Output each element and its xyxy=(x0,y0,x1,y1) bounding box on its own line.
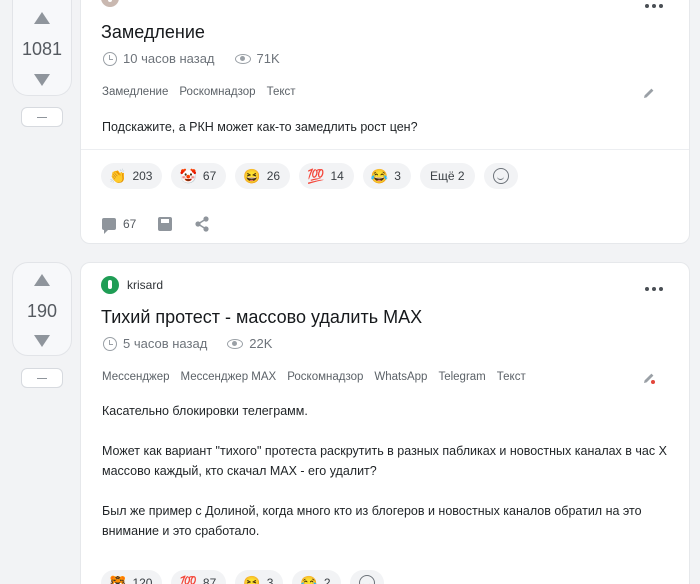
view-count: 71K xyxy=(256,51,280,66)
share-icon xyxy=(194,216,210,232)
reaction-button[interactable]: 🤡 67 xyxy=(171,163,227,189)
eye-icon xyxy=(234,53,251,64)
tag[interactable]: Текст xyxy=(267,86,296,98)
downvote-button[interactable] xyxy=(34,74,50,86)
comment-count: 67 xyxy=(123,217,137,231)
reaction-count: 67 xyxy=(202,169,217,183)
more-options-icon[interactable] xyxy=(645,4,663,8)
view-count: 22K xyxy=(249,336,273,351)
reaction-count: 26 xyxy=(266,169,281,183)
post-author[interactable] xyxy=(101,0,127,7)
reaction-count: 14 xyxy=(330,169,344,183)
avatar[interactable] xyxy=(101,0,119,7)
add-reaction-button[interactable] xyxy=(349,570,384,584)
hundred-icon: 💯 xyxy=(179,575,197,584)
tag-list: Мессенджер Мессенджер MAX Роскомнадзор W… xyxy=(102,371,526,383)
vote-panel: 1081 xyxy=(12,0,72,96)
tag-list: Замедление Роскомнадзор Текст xyxy=(102,86,296,98)
post-author[interactable]: krisard xyxy=(101,276,163,294)
pencil-icon[interactable] xyxy=(643,372,655,384)
hundred-icon: 💯 xyxy=(307,168,325,184)
post-paragraph: Подскажите, а РКН может как-то замедлить… xyxy=(102,120,418,134)
post-meta: 10 часов назад 71K xyxy=(103,51,280,66)
tag[interactable]: WhatsApp xyxy=(374,371,427,383)
rating-count: 190 xyxy=(26,301,58,321)
post-body: Подскажите, а РКН может как-то замедлить… xyxy=(102,117,672,157)
post-body: Касательно блокировки телеграмм. Может к… xyxy=(102,401,672,561)
reaction-button[interactable]: 😂 3 xyxy=(362,163,411,189)
downvote-button[interactable] xyxy=(34,335,50,347)
post-paragraph: Может как вариант "тихого" протеста раск… xyxy=(102,444,667,478)
post-actions: 67 xyxy=(102,216,210,234)
post-time: 10 часов назад xyxy=(123,51,215,66)
author-name[interactable]: krisard xyxy=(127,278,163,292)
divider xyxy=(81,149,689,150)
save-icon xyxy=(158,217,173,231)
reactions-bar: 👏 203 🤡 67 😆 26 💯 14 😂 3 Ещё 2 xyxy=(101,163,518,189)
pencil-icon[interactable] xyxy=(643,87,655,99)
vote-panel: 190 xyxy=(12,262,72,356)
tag[interactable]: Роскомнадзор xyxy=(179,86,255,98)
tag[interactable]: Замедление xyxy=(102,86,168,98)
reaction-button[interactable]: 💯 87 xyxy=(171,570,227,584)
reaction-count: 3 xyxy=(266,576,274,584)
tears-of-joy-icon: 😂 xyxy=(370,168,389,184)
tag[interactable]: Telegram xyxy=(438,371,485,383)
eye-icon xyxy=(227,338,244,349)
avatar[interactable] xyxy=(101,276,119,294)
post-paragraph: Касательно блокировки телеграмм. xyxy=(102,404,308,418)
reaction-button[interactable]: 💯 14 xyxy=(299,163,354,189)
reaction-count: 203 xyxy=(132,169,153,183)
add-reaction-button[interactable] xyxy=(483,163,518,189)
clock-icon xyxy=(103,336,117,351)
tag[interactable]: Роскомнадзор xyxy=(287,371,363,383)
post-card: Замедление 10 часов назад 71K Замедление… xyxy=(80,0,690,244)
save-button[interactable] xyxy=(158,217,173,231)
reaction-button[interactable]: 😆 26 xyxy=(235,163,291,189)
clown-icon: 🤡 xyxy=(179,168,197,184)
smiley-add-icon xyxy=(492,168,509,184)
reaction-count: 2 xyxy=(323,576,331,584)
reaction-count: 120 xyxy=(132,576,153,584)
comments-button[interactable]: 67 xyxy=(102,217,137,234)
post-title[interactable]: Замедление xyxy=(101,22,205,43)
more-options-icon[interactable] xyxy=(645,287,663,291)
post-meta: 5 часов назад 22K xyxy=(103,336,272,351)
clock-icon xyxy=(103,51,117,66)
upvote-button[interactable] xyxy=(34,274,50,286)
tiger-icon: 🐯 xyxy=(109,575,127,584)
post-title[interactable]: Тихий протест - массово удалить MAX xyxy=(101,307,422,328)
smiley-add-icon xyxy=(358,575,375,584)
tears-of-joy-icon: 😂 xyxy=(300,575,318,584)
reaction-button[interactable]: 😂 2 xyxy=(292,570,341,584)
reaction-button[interactable]: 👏 203 xyxy=(101,163,163,189)
laughing-icon: 😆 xyxy=(243,575,261,584)
minus-button[interactable] xyxy=(21,368,63,388)
rating-count: 1081 xyxy=(21,39,63,59)
tag[interactable]: Мессенджер MAX xyxy=(181,371,277,383)
tag[interactable]: Мессенджер xyxy=(102,371,170,383)
post-card: krisard Тихий протест - массово удалить … xyxy=(80,262,690,584)
reaction-count: 3 xyxy=(394,169,401,183)
post-paragraph: Был же пример с Долиной, когда много кто… xyxy=(102,504,642,538)
more-reactions-button[interactable]: Ещё 2 xyxy=(419,163,475,189)
tag[interactable]: Текст xyxy=(497,371,526,383)
share-button[interactable] xyxy=(194,216,210,232)
clap-icon: 👏 xyxy=(109,168,127,184)
reaction-button[interactable]: 🐯 120 xyxy=(101,570,163,584)
laughing-icon: 😆 xyxy=(243,168,261,184)
comment-icon xyxy=(102,218,116,234)
upvote-button[interactable] xyxy=(34,12,50,24)
reactions-bar: 🐯 120 💯 87 😆 3 😂 2 xyxy=(101,570,384,584)
minus-button[interactable] xyxy=(21,107,63,127)
post-time: 5 часов назад xyxy=(123,336,208,351)
reaction-button[interactable]: 😆 3 xyxy=(235,570,284,584)
reaction-count: 87 xyxy=(202,576,217,584)
